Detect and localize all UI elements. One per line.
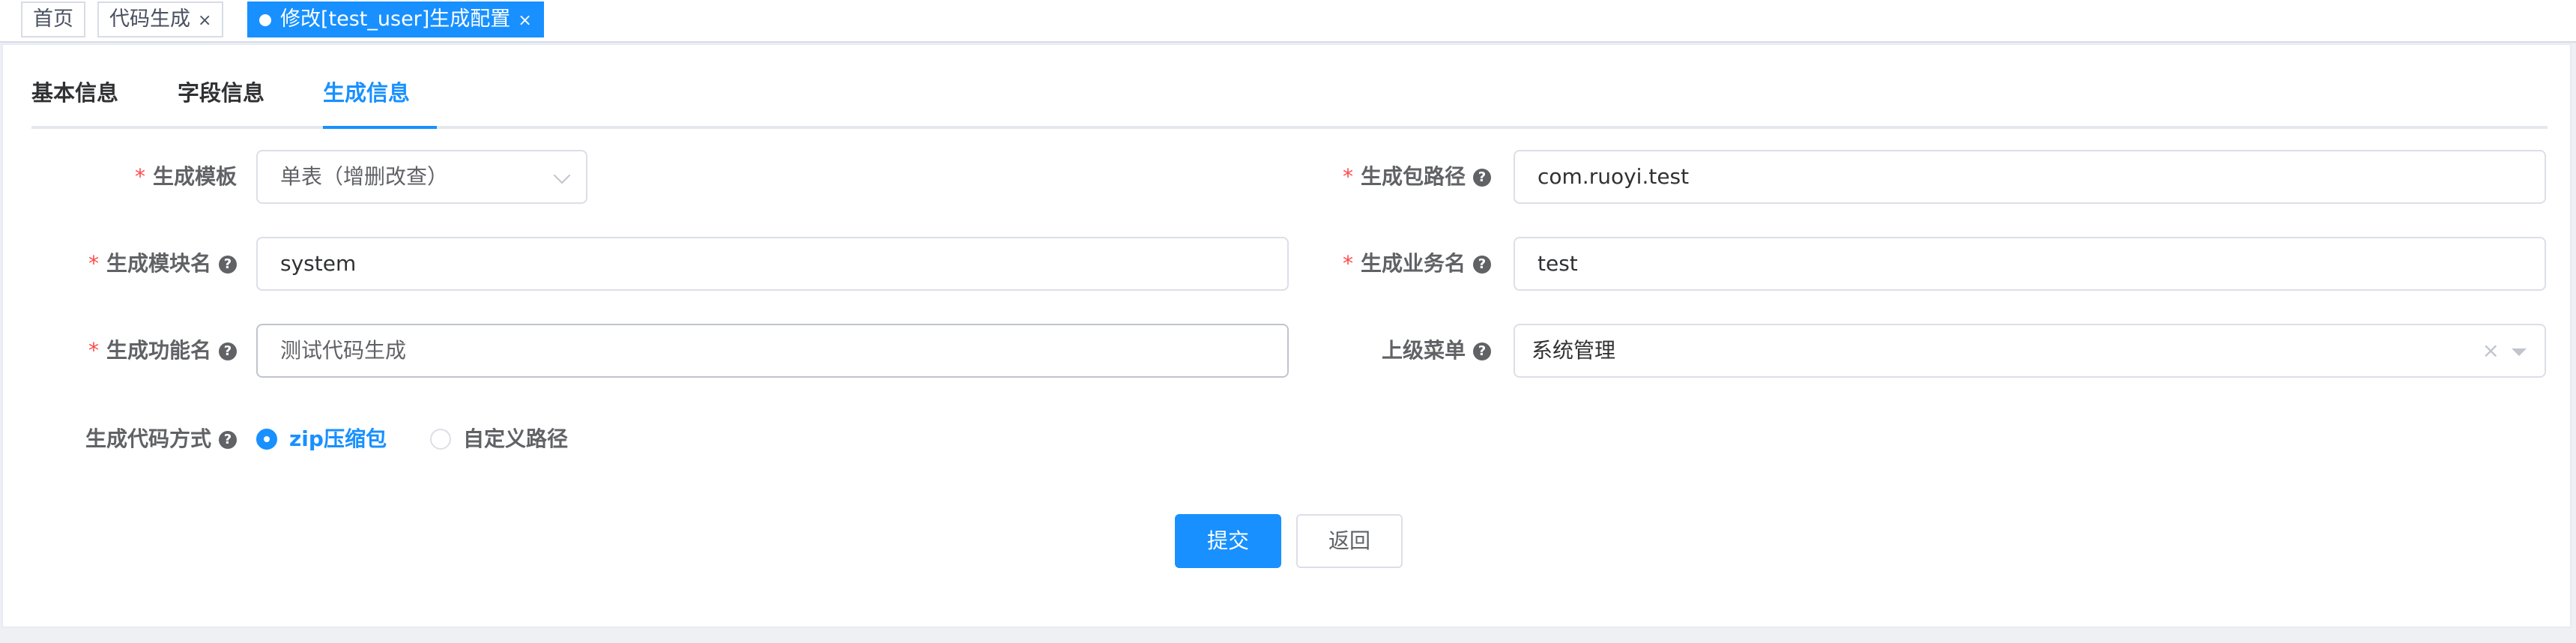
chevron-down-icon bbox=[553, 166, 571, 184]
label-text: 生成模块名 bbox=[106, 251, 211, 276]
function-name-label: * 生成功能名? bbox=[88, 324, 237, 378]
select-value: 单表（增删改查） bbox=[280, 164, 449, 189]
tab-basic-info[interactable]: 基本信息 bbox=[31, 75, 118, 129]
edit-gen-card: 基本信息 字段信息 生成信息 * 生成模板 单表（增删改查） * 生成包路径? co… bbox=[1, 43, 2572, 628]
tag-label: 修改[test_user]生成配置 bbox=[280, 7, 511, 31]
input-value: com.ruoyi.test bbox=[1538, 164, 1690, 189]
tags-view: 首页 代码生成 × 修改[test_user]生成配置 × bbox=[0, 0, 2576, 43]
form-tabs: 基本信息 字段信息 生成信息 bbox=[31, 75, 2548, 129]
radio-unchecked-icon bbox=[430, 429, 451, 450]
question-circle-icon[interactable]: ? bbox=[219, 431, 237, 449]
input-value: system bbox=[280, 251, 357, 276]
radio-checked-icon bbox=[256, 429, 277, 450]
label-text: 上级菜单 bbox=[1381, 338, 1466, 363]
input-value: 测试代码生成 bbox=[280, 338, 407, 363]
business-name-label: * 生成业务名? bbox=[1343, 237, 1491, 291]
active-tab-indicator bbox=[323, 126, 437, 129]
module-name-label: * 生成模块名? bbox=[88, 237, 237, 291]
required-mark: * bbox=[88, 251, 99, 276]
question-circle-icon[interactable]: ? bbox=[219, 256, 237, 274]
parent-menu-treeselect[interactable]: 系统管理 × bbox=[1514, 324, 2546, 378]
close-icon[interactable]: × bbox=[518, 4, 531, 37]
package-name-label: * 生成包路径? bbox=[1343, 150, 1491, 204]
tab-column-info[interactable]: 字段信息 bbox=[178, 75, 264, 129]
label-text: 生成功能名 bbox=[106, 338, 211, 363]
dot-icon bbox=[259, 14, 271, 26]
question-circle-icon[interactable]: ? bbox=[1473, 342, 1491, 360]
radio-label: zip压缩包 bbox=[289, 426, 387, 451]
close-icon[interactable]: × bbox=[198, 4, 211, 37]
parent-menu-label: 上级菜单? bbox=[1382, 324, 1491, 378]
treeselect-value: 系统管理 bbox=[1532, 338, 1616, 363]
tag-label: 首页 bbox=[33, 7, 73, 31]
tab-gen-info[interactable]: 生成信息 bbox=[323, 75, 410, 129]
tag-label: 代码生成 bbox=[109, 7, 190, 31]
business-name-input[interactable]: test bbox=[1514, 237, 2546, 291]
gen-type-radio-custom-path[interactable]: 自定义路径 bbox=[430, 424, 568, 454]
question-circle-icon[interactable]: ? bbox=[1473, 256, 1491, 274]
radio-label: 自定义路径 bbox=[463, 426, 569, 451]
required-mark: * bbox=[88, 338, 99, 363]
caret-down-icon[interactable] bbox=[2512, 348, 2527, 356]
label-text: 生成包路径 bbox=[1360, 164, 1466, 189]
gen-type-radio-zip[interactable]: zip压缩包 bbox=[256, 424, 387, 454]
required-mark: * bbox=[134, 164, 145, 189]
label-text: 生成代码方式 bbox=[85, 426, 211, 451]
module-name-input[interactable]: system bbox=[256, 237, 1289, 291]
gen-type-label: 生成代码方式? bbox=[85, 412, 237, 466]
tag-code-gen[interactable]: 代码生成 × bbox=[97, 1, 224, 37]
label-text: 生成业务名 bbox=[1360, 251, 1466, 276]
required-mark: * bbox=[1342, 164, 1353, 189]
question-circle-icon[interactable]: ? bbox=[219, 342, 237, 360]
close-icon[interactable]: × bbox=[2482, 325, 2500, 376]
input-value: test bbox=[1538, 251, 1578, 276]
question-circle-icon[interactable]: ? bbox=[1473, 169, 1491, 187]
tpl-category-select[interactable]: 单表（增删改查） bbox=[256, 150, 587, 204]
submit-button[interactable]: 提交 bbox=[1175, 514, 1281, 568]
tag-edit-gen-config[interactable]: 修改[test_user]生成配置 × bbox=[247, 1, 544, 37]
required-mark: * bbox=[1342, 251, 1353, 276]
function-name-input[interactable]: 测试代码生成 bbox=[256, 324, 1289, 378]
label-text: 生成模板 bbox=[152, 164, 237, 189]
tpl-category-label: * 生成模板 bbox=[135, 150, 237, 204]
back-button[interactable]: 返回 bbox=[1296, 514, 1403, 568]
package-name-input[interactable]: com.ruoyi.test bbox=[1514, 150, 2546, 204]
tag-home[interactable]: 首页 bbox=[21, 1, 85, 37]
